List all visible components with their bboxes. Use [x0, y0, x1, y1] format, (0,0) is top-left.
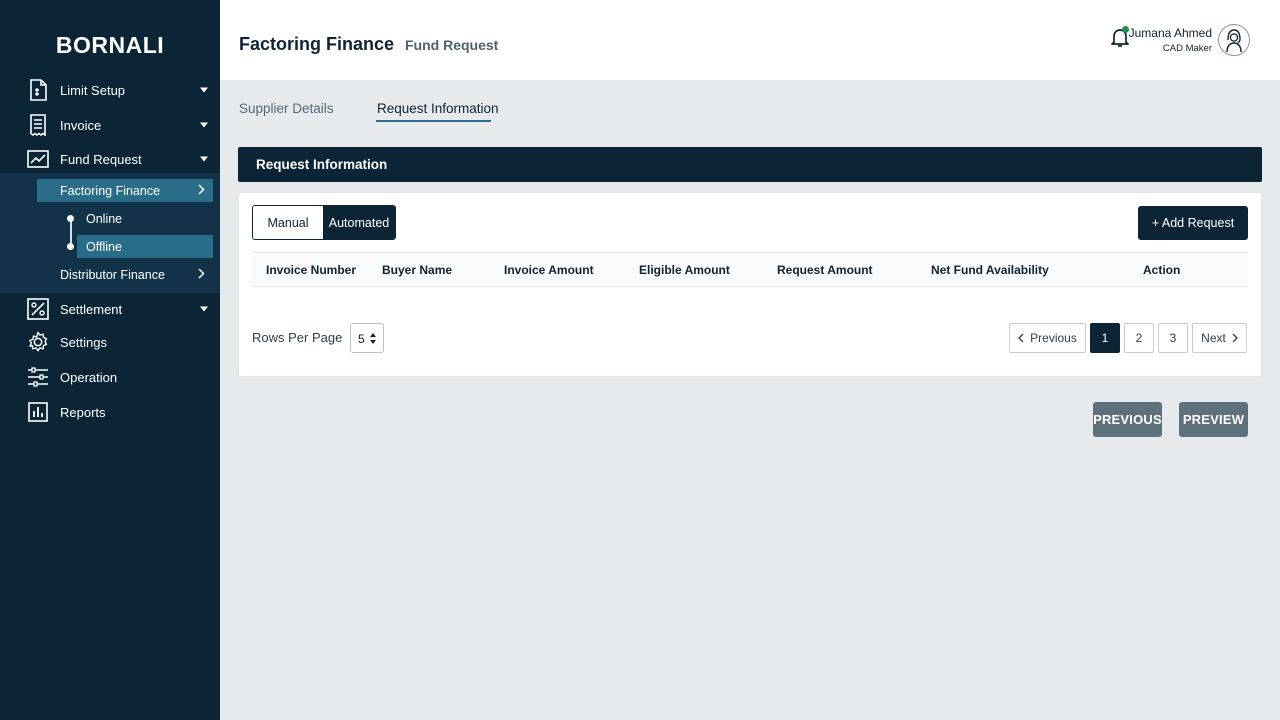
chevron-right-icon — [198, 266, 205, 284]
mode-toggle: Manual Automated — [252, 205, 396, 240]
sidebar-item-label: Reports — [60, 404, 106, 420]
sidebar: BORNALI Limit Setup Invoice Fund Request… — [0, 0, 220, 720]
column-header[interactable]: Invoice Number — [266, 263, 356, 277]
page-title: Factoring Finance — [239, 34, 395, 54]
column-header[interactable]: Buyer Name — [382, 263, 452, 277]
sidebar-item-settlement[interactable]: Settlement — [0, 294, 220, 324]
column-header: Action — [1143, 263, 1181, 277]
gear-icon — [27, 331, 49, 353]
table-header: Invoice Number Buyer Name Invoice Amount… — [252, 252, 1248, 287]
tab-supplier-details[interactable]: Supplier Details — [239, 101, 334, 116]
sidebar-subitem-label: Distributor Finance — [60, 267, 165, 282]
caret-down-icon — [200, 306, 208, 312]
receipt-icon — [27, 114, 49, 136]
column-header[interactable]: Net Fund Availability — [931, 263, 1049, 277]
sidebar-subitem-factoring-finance[interactable]: Factoring Finance — [37, 179, 213, 202]
column-header[interactable]: Invoice Amount — [504, 263, 594, 277]
user-name: Jumana Ahmed — [1128, 26, 1212, 40]
previous-page-label: Previous — [1030, 331, 1077, 345]
sidebar-item-reports[interactable]: Reports — [0, 397, 220, 427]
avatar[interactable] — [1218, 24, 1250, 56]
tree-dot-online — [67, 215, 74, 222]
previous-page-button[interactable]: Previous — [1009, 323, 1086, 353]
column-header[interactable]: Request Amount — [777, 263, 873, 277]
top-header: Factoring Finance Fund Request Jumana Ah… — [220, 0, 1280, 80]
sidebar-item-invoice[interactable]: Invoice — [0, 110, 220, 140]
page-button-1[interactable]: 1 — [1090, 323, 1120, 353]
sliders-icon — [27, 366, 49, 388]
sidebar-item-label: Settings — [60, 334, 107, 350]
sidebar-item-operation[interactable]: Operation — [0, 362, 220, 392]
sidebar-subitem-online[interactable]: Online — [77, 207, 213, 230]
sidebar-item-label: Settlement — [60, 301, 123, 317]
tree-dot-offline — [67, 243, 74, 250]
sidebar-item-label: Fund Request — [60, 151, 142, 167]
caret-down-icon — [200, 87, 208, 93]
sort-arrows-icon — [370, 333, 376, 347]
toggle-manual[interactable]: Manual — [253, 206, 323, 239]
previous-step-button[interactable]: PREVIOUS — [1093, 402, 1162, 437]
sidebar-item-label: Operation — [60, 369, 118, 385]
chevron-right-icon — [198, 182, 205, 200]
caret-down-icon — [200, 122, 208, 128]
sidebar-subitem-label: Online — [86, 211, 123, 226]
percent-icon — [27, 298, 49, 320]
toggle-automated[interactable]: Automated — [323, 206, 395, 239]
brand-logo: BORNALI — [55, 32, 165, 58]
bar-chart-icon — [27, 401, 49, 423]
next-page-label: Next — [1201, 331, 1226, 345]
user-role: CAD Maker — [1162, 43, 1212, 54]
section-title: Request Information — [256, 157, 388, 172]
sidebar-item-label: Invoice — [60, 117, 102, 133]
rows-per-page-label: Rows Per Page — [252, 330, 343, 345]
page-button-3[interactable]: 3 — [1158, 323, 1188, 353]
chevron-left-icon — [1018, 333, 1024, 343]
rows-per-page-select[interactable]: 5 — [350, 323, 384, 353]
sidebar-item-fund-request[interactable]: Fund Request — [0, 144, 220, 174]
column-header[interactable]: Eligible Amount — [639, 263, 730, 277]
document-icon — [27, 79, 49, 101]
section-header: Request Information — [238, 147, 1262, 182]
tab-request-information[interactable]: Request Information — [377, 101, 499, 116]
sidebar-item-label: Limit Setup — [60, 82, 126, 98]
preview-button[interactable]: PREVIEW — [1179, 402, 1248, 437]
next-page-button[interactable]: Next — [1192, 323, 1247, 353]
sidebar-subitem-label: Offline — [86, 239, 122, 254]
sidebar-subitem-offline[interactable]: Offline — [77, 235, 213, 258]
sidebar-item-settings[interactable]: Settings — [0, 327, 220, 357]
sidebar-subitem-label: Factoring Finance — [60, 183, 161, 198]
page-subtitle: Fund Request — [405, 37, 499, 53]
page-button-2[interactable]: 2 — [1124, 323, 1154, 353]
chevron-right-icon — [1232, 333, 1238, 343]
sidebar-subitem-distributor-finance[interactable]: Distributor Finance — [37, 263, 213, 286]
chart-icon — [27, 148, 49, 170]
caret-down-icon — [200, 156, 208, 162]
rows-per-page-value: 5 — [358, 332, 365, 346]
sidebar-item-limit-setup[interactable]: Limit Setup — [0, 75, 220, 105]
active-tab-indicator — [376, 120, 491, 122]
add-request-button[interactable]: + Add Request — [1138, 206, 1248, 240]
